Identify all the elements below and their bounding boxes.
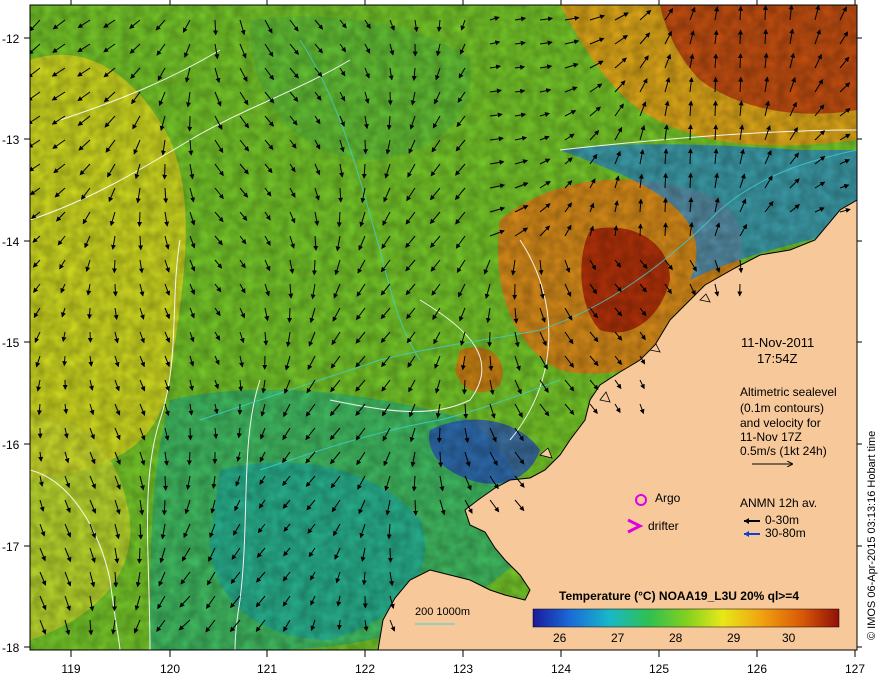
velocity-arrow xyxy=(137,211,143,228)
velocity-arrow xyxy=(687,148,693,165)
lon-tick: 125 xyxy=(648,662,670,676)
sst-field xyxy=(30,5,857,650)
velocity-arrow xyxy=(712,76,718,93)
velocity-arrow xyxy=(637,223,643,237)
lon-tick: 126 xyxy=(746,662,768,676)
lon-tick: 119 xyxy=(61,662,81,676)
velocity-arrow xyxy=(663,172,668,189)
velocity-arrow xyxy=(112,595,118,612)
velocity-arrow xyxy=(112,283,118,297)
velocity-arrow xyxy=(136,547,142,564)
lat-tick: -18 xyxy=(2,641,20,655)
velocity-arrow xyxy=(162,163,168,180)
velocity-arrow xyxy=(87,307,93,320)
lon-tick: 124 xyxy=(550,662,572,676)
bathy-legend-label: 200 1000m xyxy=(415,606,471,618)
velocity-arrow xyxy=(287,307,293,324)
velocity-arrow xyxy=(213,19,218,36)
altimetry-legend-line: 0.5m/s (1kt 24h) xyxy=(740,444,827,458)
colorbar-tick: 27 xyxy=(611,631,625,645)
velocity-arrow xyxy=(462,379,468,395)
velocity-arrow xyxy=(712,100,718,117)
velocity-arrow xyxy=(688,124,694,141)
colorbar-tick: 29 xyxy=(727,631,741,645)
lon-tick: 120 xyxy=(159,662,181,676)
anmn-legend-title: ANMN 12h av. xyxy=(740,496,818,510)
argo-label: Argo xyxy=(655,491,681,505)
velocity-arrow xyxy=(487,331,493,348)
velocity-arrow xyxy=(362,139,368,155)
lon-tick: 121 xyxy=(256,662,278,676)
colorbar-tick: 28 xyxy=(669,631,683,645)
credit-label: © IMOS 06-Apr-2015 03:13:16 Hobart time xyxy=(866,430,878,640)
velocity-arrow xyxy=(112,259,118,274)
lon-tick: 123 xyxy=(452,662,474,676)
lat-tick: -13 xyxy=(2,133,20,147)
colorbar xyxy=(532,608,840,628)
drifter-label: drifter xyxy=(648,519,679,533)
altimetry-legend-line: Altimetric sealevel xyxy=(740,385,837,399)
lon-tick: 127 xyxy=(844,662,866,676)
velocity-arrow xyxy=(162,475,168,491)
colorbar-tick: 30 xyxy=(782,631,796,645)
velocity-arrow xyxy=(762,5,768,21)
altimetry-legend-line: and velocity for xyxy=(740,416,821,430)
velocity-arrow xyxy=(662,222,668,237)
lat-tick: -12 xyxy=(2,32,20,46)
lat-tick: -17 xyxy=(2,540,20,554)
velocity-arrow xyxy=(187,427,193,441)
velocity-arrow xyxy=(387,547,393,563)
lat-tick: -16 xyxy=(2,438,20,452)
velocity-arrow xyxy=(737,53,743,69)
colorbar-tick: 26 xyxy=(553,631,567,645)
lat-tick: -14 xyxy=(2,235,20,249)
anmn-shallow-label: 0-30m xyxy=(765,513,800,527)
colorbar-title: Temperature (°C) NOAA19_L3U 20% ql>=4 xyxy=(559,589,799,603)
velocity-arrow xyxy=(387,91,393,106)
velocity-arrow xyxy=(737,29,743,45)
time-label: 17:54Z xyxy=(757,351,798,366)
date-label: 11-Nov-2011 xyxy=(741,335,815,350)
altimetry-legend-line: (0.1m contours) xyxy=(740,401,825,415)
anmn-deep-label: 30-80m xyxy=(765,526,806,540)
altimetry-legend-line: 11-Nov 17Z xyxy=(740,430,802,444)
velocity-arrow xyxy=(87,331,93,343)
velocity-arrow xyxy=(662,197,668,213)
lon-tick: 122 xyxy=(354,662,376,676)
velocity-arrow xyxy=(62,355,68,367)
lat-tick: -15 xyxy=(2,336,20,350)
